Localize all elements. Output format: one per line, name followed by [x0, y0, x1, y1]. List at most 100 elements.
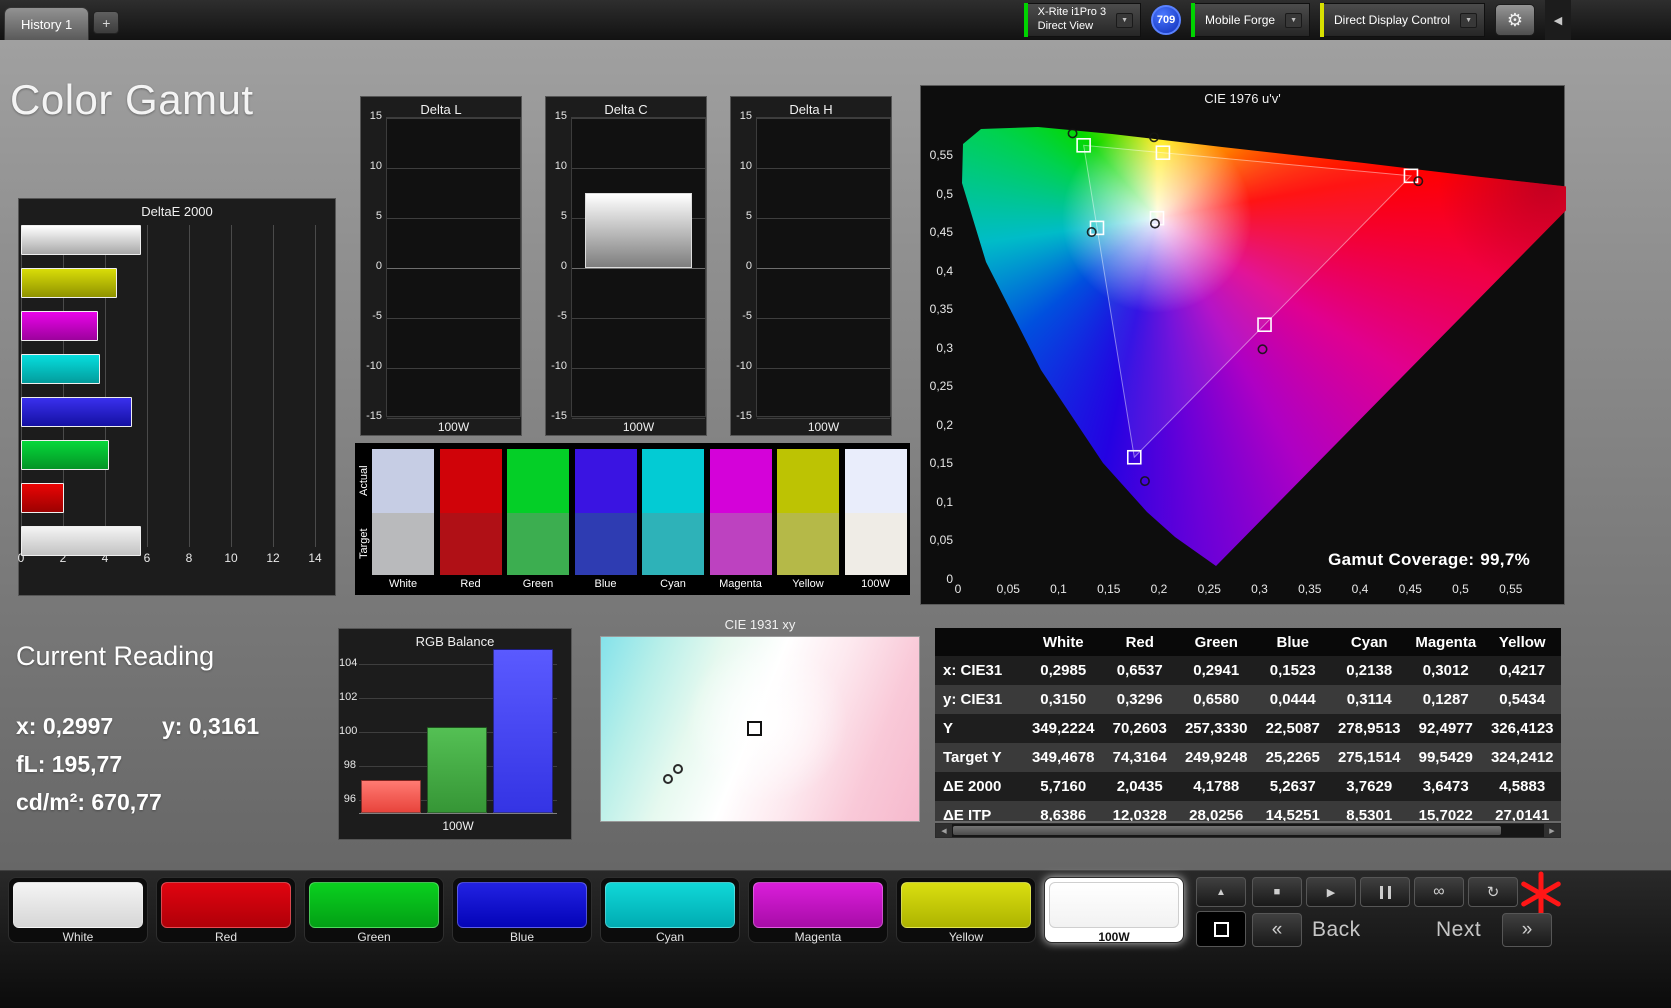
- swatch-label: White: [388, 578, 418, 590]
- deltae-2000-chart: DeltaE 2000 0 2 4 6 8 10 12 14: [18, 198, 336, 596]
- stop-button[interactable]: ■: [1252, 877, 1302, 907]
- chart-plot-area: [386, 117, 521, 419]
- deltae-bar-yellow: [21, 268, 118, 298]
- target-swatch-100w: [844, 513, 907, 575]
- table-row: y: CIE31 0,3150 0,3296 0,6580 0,0444 0,3114 0,…: [935, 685, 1561, 714]
- gridline: [757, 268, 890, 269]
- x-tick-label: 0,45: [1398, 582, 1422, 596]
- scrollbar-thumb[interactable]: [953, 826, 1501, 835]
- expand-up-button[interactable]: ▲: [1196, 877, 1246, 907]
- table-cell: 278,9513: [1337, 720, 1401, 737]
- infinity-icon: ∞: [1433, 883, 1445, 900]
- measured-marker-green: [1067, 128, 1078, 139]
- rgb-bar-red: [361, 779, 421, 813]
- table-cell: 275,1514: [1337, 749, 1401, 766]
- chart-plot-area: [359, 647, 557, 817]
- next-chevron-button[interactable]: »: [1502, 913, 1552, 947]
- target-swatch-blue: [574, 513, 637, 575]
- actual-swatch-magenta: [709, 449, 772, 513]
- table-cell: 326,4123: [1490, 720, 1554, 737]
- collapse-panel-button[interactable]: ◀: [1545, 0, 1571, 40]
- chart-plot-area: 0 2 4 6 8 10 12 14: [18, 225, 322, 571]
- reading-y: y: 0,3161: [162, 713, 260, 739]
- bottom-bar: ▲ ■ ▶ ∞ ↻ « Back Next » White Red Green Blu…: [0, 870, 1671, 1008]
- gridline: [757, 418, 890, 419]
- patch-button-magenta[interactable]: Magenta: [748, 877, 888, 944]
- back-button[interactable]: Back: [1312, 913, 1361, 947]
- table-cell: 70,2603: [1112, 720, 1167, 737]
- patch-button-green[interactable]: Green: [304, 877, 444, 944]
- target-swatch-green: [507, 513, 569, 575]
- patch-button-white[interactable]: White: [8, 877, 148, 944]
- chevron-down-icon[interactable]: ▼: [1285, 12, 1303, 28]
- y-tick-label: 100: [339, 725, 358, 737]
- target-swatch-yellow: [777, 513, 839, 575]
- next-button[interactable]: Next: [1436, 913, 1481, 947]
- axis-baseline: [359, 813, 557, 814]
- patch-button-yellow[interactable]: Yellow: [896, 877, 1036, 944]
- y-tick-label: 0,35: [929, 302, 953, 317]
- y-tick-label: 0: [375, 260, 382, 272]
- pattern-window-button[interactable]: [1196, 911, 1246, 947]
- play-button[interactable]: ▶: [1306, 877, 1356, 907]
- gridline: [387, 268, 520, 269]
- chevron-down-icon[interactable]: ▼: [1116, 12, 1134, 28]
- meter-selector[interactable]: X-Rite i1Pro 3 Direct View ▼: [1023, 3, 1142, 37]
- continuous-measure-button[interactable]: ∞: [1414, 877, 1464, 907]
- add-tab-button[interactable]: +: [93, 11, 120, 34]
- y-tick-label: -15: [551, 410, 567, 422]
- measuring-indicator: [1518, 871, 1564, 917]
- actual-row-label: Actual: [358, 465, 370, 497]
- table-cell: 0,3114: [1346, 691, 1392, 708]
- colorspace-badge[interactable]: 709: [1151, 5, 1182, 35]
- chart-overlay: [1067, 128, 1424, 487]
- deltae-bar-blue: [21, 397, 132, 427]
- x-tick-label: 10: [224, 551, 238, 565]
- actual-swatch-cyan: [642, 449, 704, 513]
- patch-button-blue[interactable]: Blue: [452, 877, 592, 944]
- deltae-bar-white: [21, 225, 142, 255]
- tab-history[interactable]: History 1: [4, 7, 90, 40]
- target-swatch-magenta: [709, 513, 772, 575]
- gridline: [387, 218, 520, 219]
- patch-label: Magenta: [794, 930, 842, 944]
- patch-button-100w[interactable]: 100W: [1044, 877, 1184, 944]
- column-header: Yellow: [1498, 633, 1546, 651]
- pause-icon: [1379, 885, 1391, 899]
- chart-title: CIE 1976 u'v': [1204, 91, 1281, 106]
- chevron-down-icon[interactable]: ▼: [1460, 12, 1477, 28]
- display-control-selector[interactable]: Direct Display Control ▼: [1320, 3, 1485, 37]
- patch-label: Yellow: [948, 930, 984, 944]
- scroll-right-button[interactable]: ▶: [1544, 824, 1560, 837]
- y-tick-label: 0: [560, 260, 567, 272]
- y-tick-label: -5: [742, 310, 752, 322]
- cie-1976-chart: CIE 1976 u'v' Gamut Coverage: 99,7% 0 0 0,0…: [920, 85, 1566, 605]
- scroll-left-button[interactable]: ◀: [936, 824, 952, 837]
- table-cell: 4,1788: [1193, 778, 1240, 795]
- back-chevron-button[interactable]: «: [1252, 913, 1302, 947]
- meter-status-accent: [1023, 3, 1028, 37]
- meter-name: X-Rite i1Pro 3: [1037, 6, 1107, 19]
- refresh-button[interactable]: ↻: [1468, 877, 1518, 907]
- y-tick-label: 96: [343, 793, 356, 805]
- settings-button[interactable]: ⚙: [1495, 4, 1535, 36]
- table-cell: 25,2265: [1265, 749, 1320, 766]
- pattern-source-selector[interactable]: Mobile Forge ▼: [1191, 3, 1311, 37]
- table-scrollbar[interactable]: ◀ ▶: [935, 823, 1561, 838]
- table-cell: 28,0256: [1189, 807, 1244, 821]
- top-bar-controls: X-Rite i1Pro 3 Direct View ▼ 709 Mobile …: [1023, 0, 1671, 40]
- patch-button-cyan[interactable]: Cyan: [600, 877, 740, 944]
- chart-plot-area: [571, 117, 706, 419]
- table-cell: 0,3296: [1116, 691, 1163, 708]
- pause-button[interactable]: [1360, 877, 1410, 907]
- measured-marker-yellow: [1148, 132, 1159, 143]
- gridline: [315, 225, 316, 547]
- swatch-label: Red: [460, 578, 481, 590]
- patch-button-red[interactable]: Red: [156, 877, 296, 944]
- swatch-label: Magenta: [719, 578, 762, 590]
- x-tick-label: 0,2: [1150, 582, 1168, 596]
- table-cell: 2,0435: [1116, 778, 1163, 795]
- gear-icon: ⚙: [1506, 9, 1524, 30]
- x-tick-label: 12: [266, 551, 280, 565]
- column-header: Red: [1125, 633, 1154, 651]
